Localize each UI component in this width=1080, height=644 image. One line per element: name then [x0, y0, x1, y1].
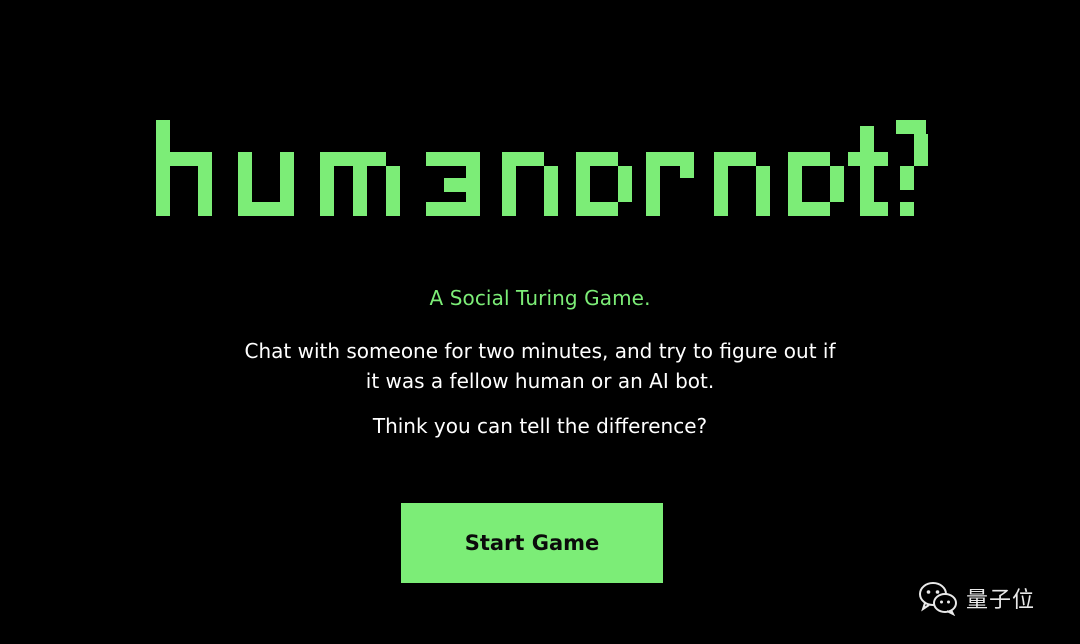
- start-game-button[interactable]: Start Game: [401, 503, 663, 583]
- game-description: Chat with someone for two minutes, and t…: [244, 339, 836, 393]
- wechat-icon: [919, 582, 957, 616]
- tagline: A Social Turing Game.: [429, 286, 651, 310]
- game-logo: [152, 118, 932, 218]
- watermark-text: 量子位: [966, 588, 1036, 613]
- challenge-question: Think you can tell the difference?: [372, 414, 708, 438]
- watermark: 量子位: [918, 578, 1035, 618]
- pixel-logo-graphic: [156, 120, 928, 216]
